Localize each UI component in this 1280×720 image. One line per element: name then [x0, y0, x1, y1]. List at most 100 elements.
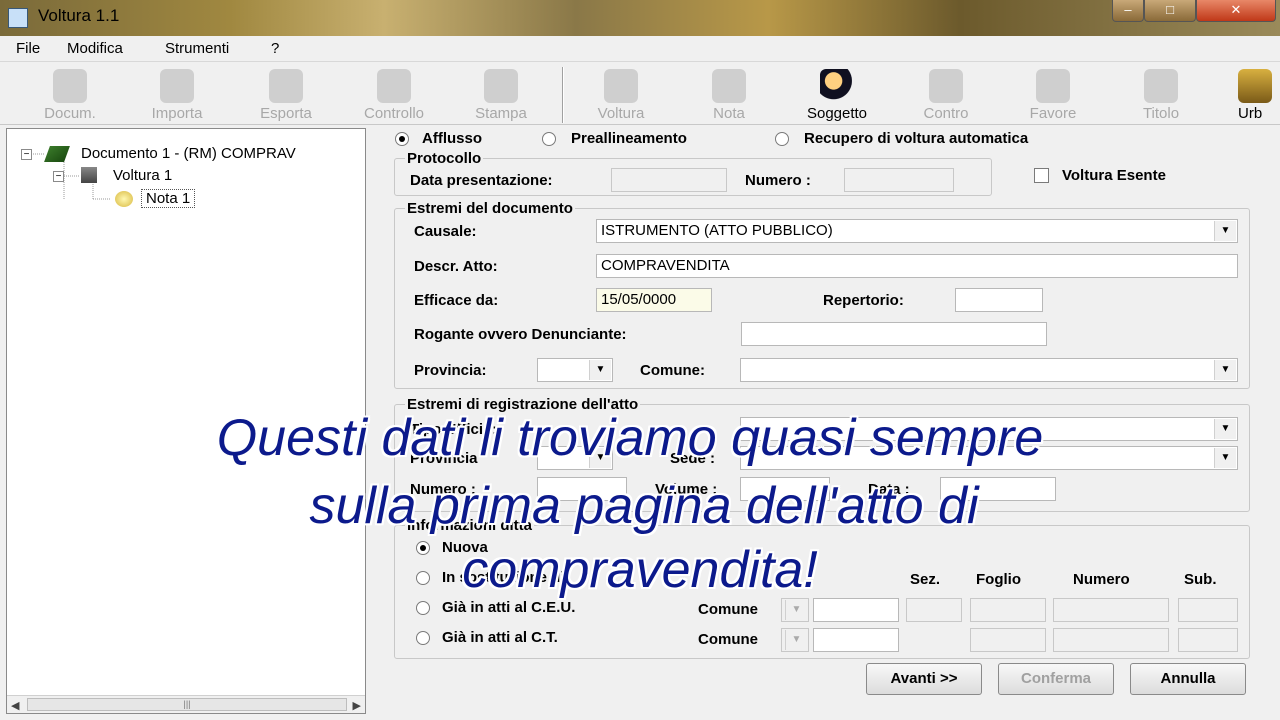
- tree-collapse-documento[interactable]: −: [21, 149, 32, 160]
- check-icon: [377, 69, 411, 103]
- urb-button[interactable]: Urb: [1222, 65, 1278, 123]
- person-contro-icon: [929, 69, 963, 103]
- recupero-radio[interactable]: [775, 132, 789, 146]
- chevron-down-icon[interactable]: ▼: [589, 360, 611, 380]
- menu-modifica[interactable]: Modifica: [67, 40, 123, 57]
- voltura-esente-checkbox[interactable]: [1034, 168, 1049, 183]
- ct-foglio-field[interactable]: [970, 628, 1046, 652]
- ct-comune-field[interactable]: [813, 628, 899, 652]
- descr-atto-field[interactable]: COMPRAVENDITA: [596, 254, 1238, 278]
- afflusso-label: Afflusso: [422, 130, 482, 147]
- titolo-button[interactable]: Titolo: [1111, 65, 1211, 123]
- causale-select[interactable]: ISTRUMENTO (ATTO PUBBLICO) ▼: [596, 219, 1238, 243]
- person-favore-icon: [1036, 69, 1070, 103]
- ceu-comune-field[interactable]: [813, 598, 899, 622]
- efficace-da-label: Efficace da:: [414, 292, 499, 309]
- tree-collapse-voltura[interactable]: −: [53, 171, 64, 182]
- export-icon: [269, 69, 303, 103]
- rogante-label: Rogante ovvero Denunciante:: [414, 326, 627, 343]
- tree-item-nota[interactable]: Nota 1: [141, 189, 196, 208]
- recupero-label: Recupero di voltura automatica: [804, 130, 1029, 147]
- ceu-sub-field[interactable]: [1178, 598, 1238, 622]
- voltura-button[interactable]: Voltura: [571, 65, 671, 123]
- ct-sub-field[interactable]: [1178, 628, 1238, 652]
- ct-numero-field[interactable]: [1053, 628, 1169, 652]
- printer-icon: [484, 69, 518, 103]
- docum-button[interactable]: Docum.: [20, 65, 120, 123]
- menu-strumenti[interactable]: Strumenti: [165, 40, 229, 57]
- data-presentazione-field[interactable]: [611, 168, 727, 192]
- gia-ct-radio[interactable]: [416, 631, 430, 645]
- window-title: Voltura 1.1: [38, 6, 120, 25]
- gia-ct-label: Già in atti al C.T.: [442, 629, 558, 646]
- maximize-button[interactable]: □: [1144, 0, 1196, 22]
- gia-ceu-radio[interactable]: [416, 601, 430, 615]
- rogante-field[interactable]: [741, 322, 1047, 346]
- ceu-comune-label: Comune: [698, 601, 758, 618]
- preallineamento-radio[interactable]: [542, 132, 556, 146]
- ceu-comune-dropdown[interactable]: ▼: [781, 598, 809, 622]
- application-window: Voltura 1.1 – □ ✕ File Modifica Strument…: [0, 0, 1280, 720]
- tree-horizontal-scrollbar[interactable]: ◀ ||| ▶: [7, 695, 365, 713]
- data-presentazione-label: Data presentazione:: [410, 172, 553, 189]
- chevron-down-icon[interactable]: ▼: [785, 630, 807, 650]
- stampa-button[interactable]: Stampa: [451, 65, 551, 123]
- toolbar-separator: [562, 67, 564, 123]
- note-icon: [712, 69, 746, 103]
- ct-comune-dropdown[interactable]: ▼: [781, 628, 809, 652]
- protocollo-numero-label: Numero :: [745, 172, 811, 189]
- voltura-tree-icon: [81, 167, 97, 183]
- note-tree-icon: [115, 191, 133, 207]
- chevron-down-icon[interactable]: ▼: [1214, 360, 1236, 380]
- ceu-numero-field[interactable]: [1053, 598, 1169, 622]
- provincia-select[interactable]: ▼: [537, 358, 613, 382]
- nota-button[interactable]: Nota: [679, 65, 779, 123]
- toolbar: Docum. Importa Esporta Controllo Stampa …: [0, 63, 1280, 125]
- chevron-down-icon[interactable]: ▼: [785, 600, 807, 620]
- caption-line-3: compravendita!: [462, 541, 818, 599]
- chevron-down-icon[interactable]: ▼: [1214, 221, 1236, 241]
- preallineamento-label: Preallineamento: [571, 130, 687, 147]
- comune-select[interactable]: ▼: [740, 358, 1238, 382]
- afflusso-radio[interactable]: [395, 132, 409, 146]
- provincia-label: Provincia:: [414, 362, 487, 379]
- scroll-left-icon[interactable]: ◀: [11, 699, 19, 712]
- ct-comune-label: Comune: [698, 631, 758, 648]
- title-icon: [1144, 69, 1178, 103]
- tree-item-voltura[interactable]: Voltura 1: [113, 167, 172, 184]
- esporta-button[interactable]: Esporta: [236, 65, 336, 123]
- import-icon: [160, 69, 194, 103]
- ceu-sez-field[interactable]: [906, 598, 962, 622]
- repertorio-field[interactable]: [955, 288, 1043, 312]
- soggetto-button[interactable]: Soggetto: [787, 65, 887, 123]
- tree-item-documento[interactable]: Documento 1 - (RM) COMPRAV: [81, 145, 296, 162]
- causale-label: Causale:: [414, 223, 477, 240]
- voltura-esente-label: Voltura Esente: [1062, 167, 1166, 184]
- menu-help[interactable]: ?: [271, 40, 279, 57]
- scroll-thumb[interactable]: |||: [27, 698, 347, 711]
- estremi-documento-title: Estremi del documento: [405, 200, 575, 217]
- contro-button[interactable]: Contro: [896, 65, 996, 123]
- close-button[interactable]: ✕: [1196, 0, 1276, 22]
- minimize-button[interactable]: –: [1112, 0, 1144, 22]
- efficace-da-field[interactable]: 15/05/0000: [596, 288, 712, 312]
- importa-button[interactable]: Importa: [127, 65, 227, 123]
- house-icon: [1238, 69, 1272, 103]
- caption-line-1: Questi dati li troviamo quasi sempre: [216, 409, 1044, 467]
- caption-line-2: sulla prima pagina dell'atto di: [309, 477, 979, 535]
- repertorio-label: Repertorio:: [823, 292, 904, 309]
- controllo-button[interactable]: Controllo: [344, 65, 444, 123]
- person-icon: [820, 69, 854, 103]
- protocollo-title: Protocollo: [405, 150, 484, 167]
- menu-file[interactable]: File: [16, 40, 40, 57]
- document-icon: [53, 69, 87, 103]
- scroll-right-icon[interactable]: ▶: [353, 699, 361, 712]
- app-icon: [8, 8, 28, 28]
- ceu-foglio-field[interactable]: [970, 598, 1046, 622]
- protocollo-numero-field[interactable]: [844, 168, 954, 192]
- conferma-button[interactable]: Conferma: [998, 663, 1114, 695]
- favore-button[interactable]: Favore: [1003, 65, 1103, 123]
- annulla-button[interactable]: Annulla: [1130, 663, 1246, 695]
- avanti-button[interactable]: Avanti >>: [866, 663, 982, 695]
- title-bar[interactable]: Voltura 1.1 – □ ✕: [0, 0, 1280, 36]
